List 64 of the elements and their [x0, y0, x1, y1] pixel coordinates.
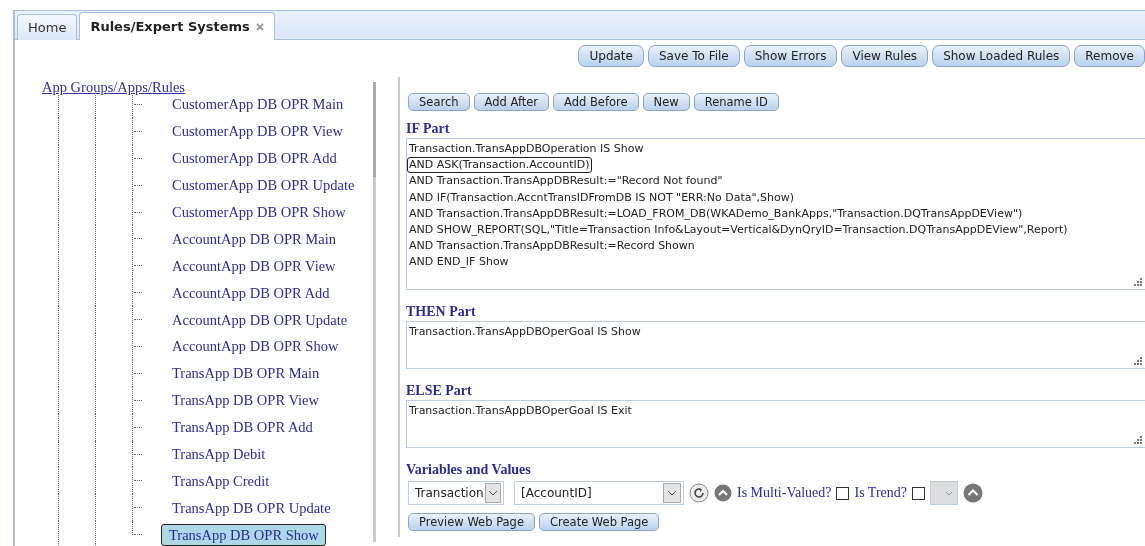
code-line: Transaction.TransAppDBOperation IS Show	[408, 141, 645, 157]
toolbar-button[interactable]: Show Errors	[743, 45, 838, 67]
checkbox[interactable]	[836, 486, 850, 500]
section-title: THEN Part	[406, 304, 477, 320]
web-page-button[interactable]: Create Web Page	[539, 513, 660, 531]
editor-button[interactable]: New	[642, 93, 690, 111]
resize-grip-icon[interactable]	[1134, 357, 1142, 365]
tree-item[interactable]: CustomerApp DB OPR Add	[169, 147, 340, 170]
group-select[interactable]: Transaction	[408, 481, 504, 505]
tab[interactable]: Home	[17, 14, 78, 40]
toolbar-button[interactable]: Update	[578, 45, 644, 67]
tree-item[interactable]: TransApp DB OPR Main	[169, 362, 323, 385]
section-title: IF Part	[406, 121, 451, 137]
toolbar-button[interactable]: View Rules	[841, 45, 929, 67]
trend-label: Is Trend?	[854, 485, 907, 501]
code-line: AND END_IF Show	[408, 254, 510, 271]
code-line: AND Transaction.TransAppDBResult:="Record Not found"	[408, 173, 724, 190]
editor-button[interactable]: Search	[408, 93, 470, 111]
tree-item[interactable]: TransApp DB OPR View	[169, 389, 322, 412]
tree-item[interactable]: CustomerApp DB OPR Update	[169, 174, 358, 197]
tree-item[interactable]: TransApp DB OPR Update	[169, 496, 334, 519]
tree-item[interactable]: TransApp DB OPR Show	[161, 523, 326, 546]
tree-item[interactable]: AccountApp DB OPR Main	[169, 227, 339, 250]
toolbar-button[interactable]: Save To File	[647, 45, 740, 67]
variable-select[interactable]: [AccountID]	[514, 481, 684, 505]
checkbox[interactable]	[912, 486, 925, 500]
tree-item[interactable]: TransApp Debit	[169, 443, 269, 465]
code-line: AND Transaction.TransAppDBResult:=Record Shown	[408, 238, 696, 255]
refresh-icon[interactable]	[689, 483, 709, 503]
tree-item[interactable]: AccountApp DB OPR Update	[169, 308, 351, 331]
multi-valued-label: Is Multi-Valued?	[737, 485, 832, 501]
code-line: AND Transaction.TransAppDBResult:=LOAD_FROM_DB(WKADemo_BankApps,"Transaction.DQTransAppDEView")	[408, 205, 1024, 222]
section-title: Variables and Values	[406, 462, 532, 478]
toolbar-button[interactable]: Show Loaded Rules	[932, 45, 1071, 67]
code-line: Transaction.TransAppDBOperGoal IS Exit	[408, 403, 633, 419]
editor-button[interactable]: Add Before	[553, 93, 639, 111]
tree-item[interactable]: TransApp Credit	[169, 469, 273, 492]
tab[interactable]: Rules/Expert Systems	[79, 12, 275, 40]
caret-icon	[663, 483, 681, 503]
rule-text-field[interactable]: Transaction.TransAppDBOperGoal IS Exit	[406, 400, 1145, 448]
tree-root-link[interactable]: App Groups/Apps/Rules	[42, 79, 185, 96]
tree-item[interactable]: TransApp DB OPR Add	[169, 416, 316, 439]
caret-icon	[485, 483, 501, 503]
code-line: AND SHOW_REPORT(SQL,"Title=Transaction Info&Layout=Vertical&DynQryID=Transaction.DQTransAppDEView",Report)	[408, 222, 1069, 238]
caret-icon	[945, 490, 953, 496]
resize-grip-icon[interactable]	[1134, 436, 1142, 444]
tree-item[interactable]: AccountApp DB OPR View	[169, 254, 339, 277]
toolbar-button[interactable]: Remove	[1074, 45, 1145, 67]
web-page-button[interactable]: Preview Web Page	[408, 513, 535, 531]
tree-item[interactable]: CustomerApp DB OPR Show	[169, 201, 349, 223]
tree-item[interactable]: AccountApp DB OPR Add	[169, 281, 333, 304]
tree-item[interactable]: AccountApp DB OPR Show	[169, 335, 342, 358]
rule-text-field[interactable]	[406, 138, 1145, 290]
editor-button[interactable]: Add After	[473, 93, 550, 111]
close-icon[interactable]	[255, 22, 264, 31]
tree-item[interactable]: CustomerApp DB OPR Main	[169, 93, 347, 116]
code-line: Transaction.TransAppDBOperGoal IS Show	[408, 324, 642, 340]
tree-item[interactable]: CustomerApp DB OPR View	[169, 120, 346, 143]
code-line: AND IF(Transaction.AccntTransIDFromDB IS NOT "ERR:No Data",Show)	[408, 189, 795, 206]
section-title: ELSE Part	[406, 383, 473, 399]
editor-button[interactable]: Rename ID	[693, 93, 779, 111]
resize-grip-icon[interactable]	[1134, 278, 1142, 286]
rule-text-field[interactable]: Transaction.TransAppDBOperGoal IS Show	[406, 321, 1145, 369]
scrollbar[interactable]	[373, 82, 376, 542]
